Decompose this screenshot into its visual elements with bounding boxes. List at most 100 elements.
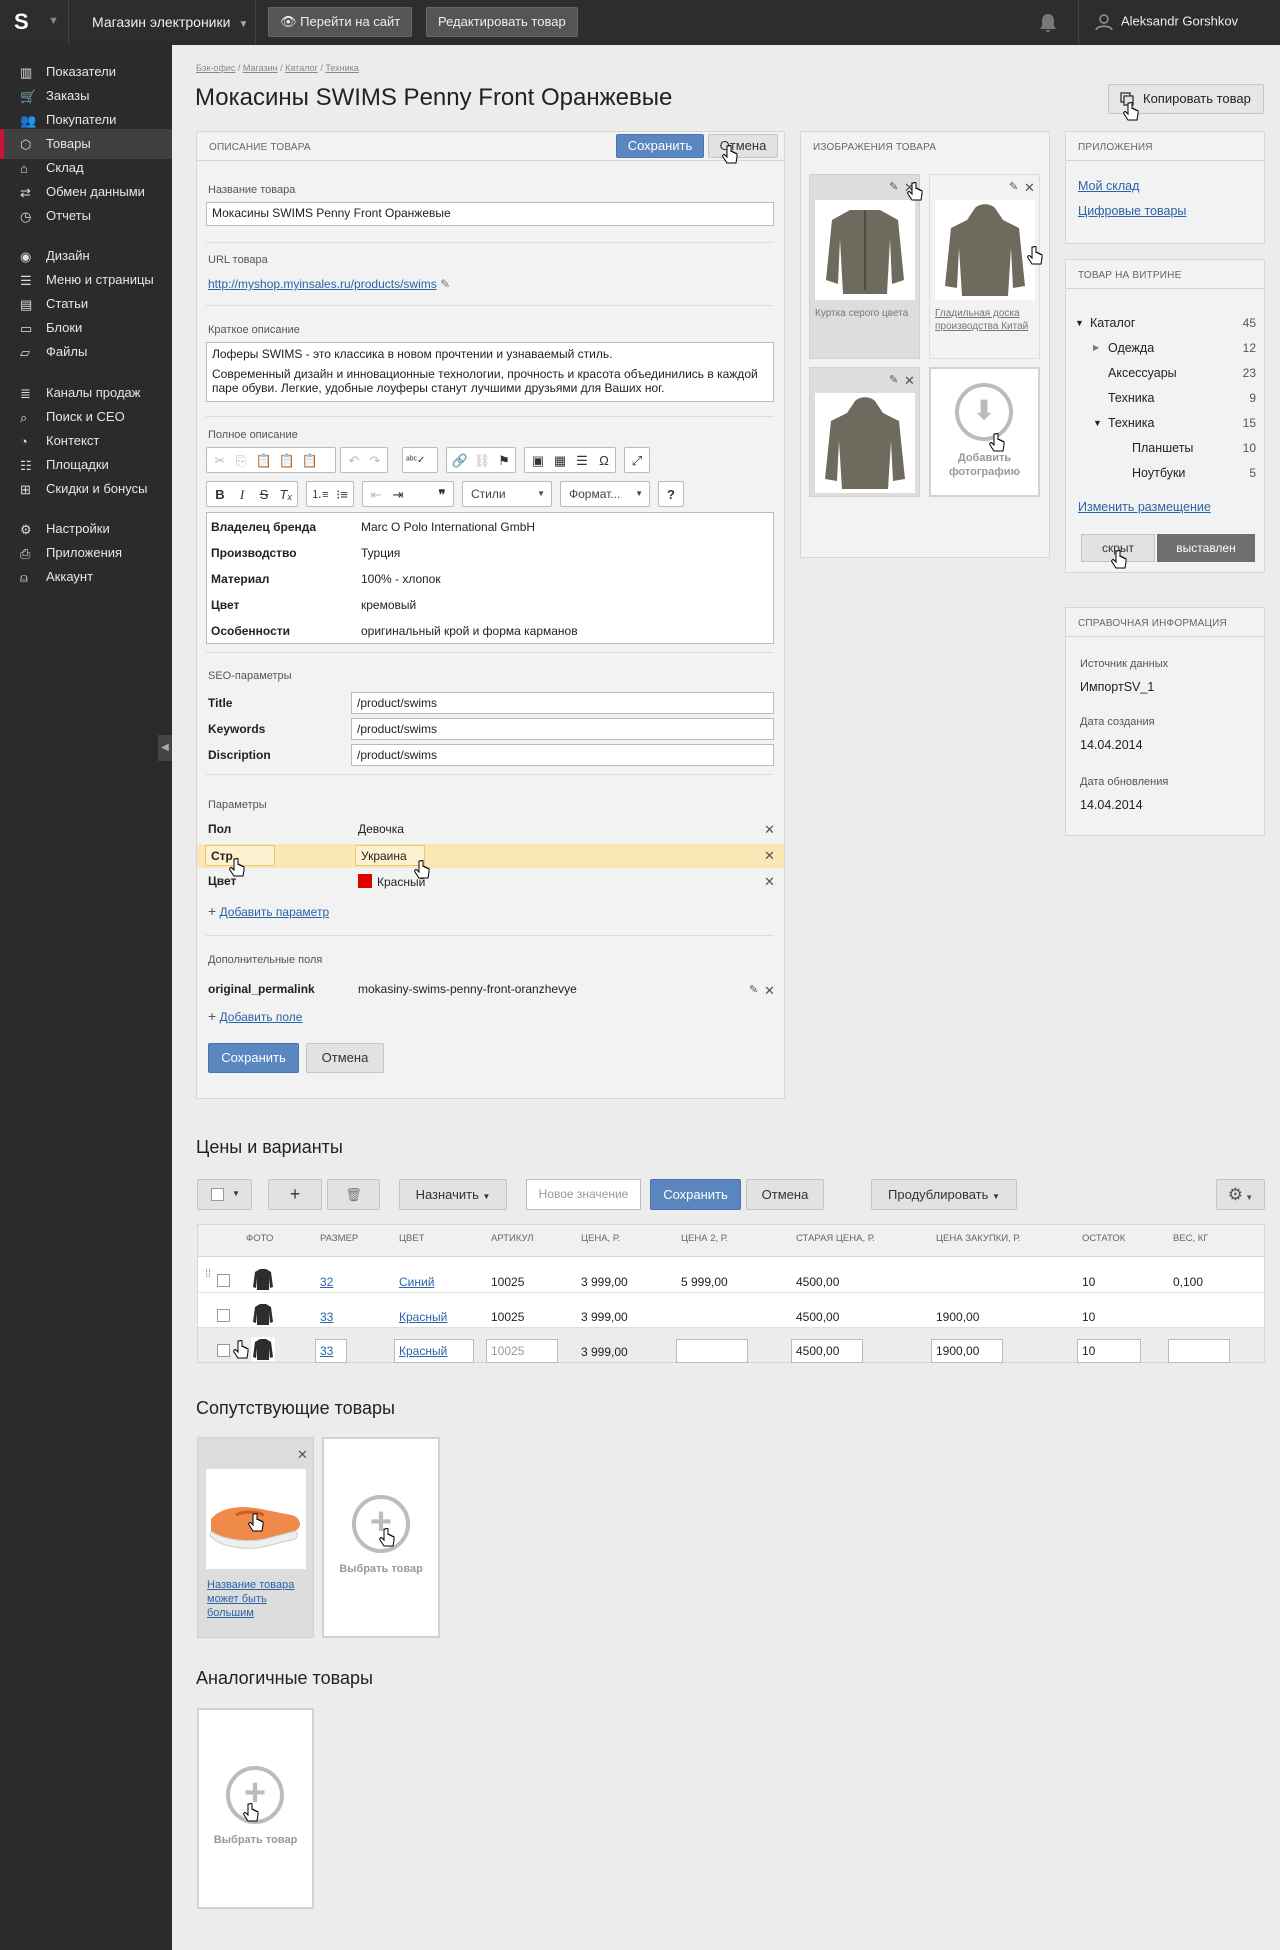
row-checkbox[interactable] — [217, 1274, 230, 1287]
maximize-button[interactable]: ⤢ — [624, 447, 650, 473]
tree-item[interactable]: Каталог — [1090, 316, 1135, 330]
breadcrumb-item[interactable]: Техника — [325, 63, 358, 73]
collapse-sidebar-icon[interactable]: ◀ — [158, 735, 172, 761]
cancel-button[interactable]: Отмена — [746, 1179, 824, 1210]
chevron-right-icon[interactable]: ▶ — [1093, 343, 1099, 352]
image-thumbnail[interactable]: ✎ ✕ Гладильная доска производства Китай — [929, 174, 1040, 359]
add-variant-button[interactable]: + — [268, 1179, 322, 1210]
edit-product-button[interactable]: Редактировать товар — [426, 7, 578, 37]
copy-icon[interactable]: ⎘ — [232, 452, 250, 470]
variant-cell-input[interactable]: 10 — [1077, 1339, 1141, 1363]
go-to-site-button[interactable]: 👁 Перейти на сайт — [268, 7, 413, 37]
tree-item[interactable]: Одежда — [1108, 341, 1154, 355]
pencil-icon[interactable]: ✎ — [1009, 181, 1018, 194]
select-all-checkbox[interactable] — [211, 1188, 224, 1201]
table-column-header[interactable]: Цена закупки, р. — [936, 1233, 1021, 1244]
variant-link[interactable]: 33 — [320, 1310, 333, 1324]
close-icon[interactable]: ✕ — [1024, 181, 1035, 194]
add-photo-button[interactable]: ⬇ Добавить фотографию — [929, 367, 1040, 497]
app-link-digital-goods[interactable]: Цифровые товары — [1078, 204, 1186, 218]
param-name-input[interactable]: Стр — [205, 845, 275, 866]
variant-link[interactable]: Синий — [399, 1275, 434, 1289]
param-value-input[interactable]: Украина — [355, 845, 425, 866]
drag-handle-icon[interactable]: ⁞⁞ — [205, 1269, 211, 1280]
tree-item[interactable]: Техника — [1108, 391, 1154, 405]
styles-dropdown[interactable]: Стили ▼ — [462, 481, 552, 507]
sidebar-item[interactable]: ◷ Отчеты — [0, 201, 172, 231]
bullet-list-icon[interactable]: ⁝≡ — [333, 486, 351, 504]
close-icon[interactable]: ✕ — [764, 875, 775, 888]
user-menu[interactable]: Aleksandr Gorshkov — [1095, 13, 1238, 31]
pencil-icon[interactable]: ✎ — [889, 181, 898, 194]
choose-related-product-button[interactable]: + Выбрать товар — [322, 1437, 440, 1638]
close-icon[interactable]: ✕ — [764, 823, 775, 836]
blockquote-icon[interactable]: ❞ — [433, 486, 451, 504]
table-column-header[interactable]: Размер — [320, 1233, 358, 1244]
related-product-card[interactable]: ✕ Название товара может быть большим — [197, 1437, 314, 1638]
product-name-input[interactable]: Мокасины SWIMS Penny Front Оранжевые — [206, 202, 774, 226]
undo-icon[interactable]: ↶ — [345, 452, 363, 470]
redo-icon[interactable]: ↷ — [366, 452, 384, 470]
breadcrumb-item[interactable]: Магазин — [243, 63, 278, 73]
chevron-down-icon[interactable]: ▼ — [1075, 318, 1084, 328]
flag-icon[interactable]: ⚑ — [495, 452, 513, 470]
assign-dropdown[interactable]: Назначить ▼ — [399, 1179, 507, 1210]
related-product-name[interactable]: Название товара может быть большим — [207, 1578, 307, 1620]
add-field-link[interactable]: + Добавить поле — [208, 1008, 302, 1024]
url-link[interactable]: http://myshop.myinsales.ru/products/swim… — [208, 277, 450, 291]
bell-icon[interactable] — [1038, 12, 1058, 34]
pencil-icon[interactable]: ✎ — [749, 984, 758, 997]
image-thumbnail[interactable]: ✎ ✕ — [809, 367, 920, 497]
paste-text-icon[interactable]: 📋 — [278, 452, 296, 470]
indent-icon[interactable]: ⇥ — [389, 486, 407, 504]
app-link-my-warehouse[interactable]: Мой склад — [1078, 179, 1139, 193]
numbered-list-icon[interactable]: ⒈≡ — [311, 486, 329, 504]
outdent-icon[interactable]: ⇤ — [367, 486, 385, 504]
variant-cell-input[interactable] — [676, 1339, 748, 1363]
chevron-down-icon[interactable]: ▼ — [1093, 418, 1102, 428]
italic-icon[interactable]: I — [233, 486, 251, 504]
breadcrumb-item[interactable]: Каталог — [285, 63, 318, 73]
variant-cell-input[interactable]: 1900,00 — [931, 1339, 1003, 1363]
short-description-textarea[interactable]: Лоферы SWIMS - это классика в новом проч… — [206, 342, 774, 402]
seo-field-input[interactable]: /product/swims — [351, 692, 774, 714]
select-all-dropdown[interactable]: ▼ — [197, 1179, 252, 1210]
close-icon[interactable]: ✕ — [764, 984, 775, 997]
table-column-header[interactable]: Старая цена, р. — [796, 1233, 875, 1244]
variant-link[interactable]: 32 — [320, 1275, 333, 1289]
table-column-header[interactable]: Цена 2, р. — [681, 1233, 728, 1244]
image-caption[interactable]: Гладильная доска производства Китай — [935, 307, 1035, 333]
close-icon[interactable]: ✕ — [297, 1448, 308, 1461]
row-checkbox[interactable] — [217, 1309, 230, 1322]
save-button[interactable]: Сохранить — [650, 1179, 741, 1210]
strikethrough-icon[interactable]: S — [255, 486, 273, 504]
sidebar-item[interactable]: ▱ Файлы — [0, 337, 172, 367]
table-column-header[interactable]: Фото — [246, 1233, 273, 1244]
image-icon[interactable]: ▣ — [529, 452, 547, 470]
paste-word-icon[interactable]: 📋 — [301, 452, 319, 470]
logo-icon[interactable]: S — [14, 10, 38, 34]
help-button[interactable]: ? — [658, 481, 684, 507]
sidebar-item[interactable]: ⍝ Аккаунт — [0, 562, 172, 592]
spellcheck-button[interactable]: ᵃᵇᶜ✓ — [402, 447, 438, 473]
chevron-down-icon[interactable]: ▼ — [48, 15, 59, 27]
special-char-icon[interactable]: Ω — [595, 452, 613, 470]
variant-cell-input[interactable] — [1168, 1339, 1230, 1363]
hidden-toggle[interactable]: скрыт — [1081, 534, 1155, 562]
settings-dropdown[interactable]: ⚙ ▼ — [1216, 1179, 1265, 1210]
shown-toggle[interactable]: выставлен — [1157, 534, 1255, 562]
seo-field-input[interactable]: /product/swims — [351, 744, 774, 766]
bold-icon[interactable]: B — [211, 486, 229, 504]
tree-item[interactable]: Аксессуары — [1108, 366, 1177, 380]
table-column-header[interactable]: Артикул — [491, 1233, 533, 1244]
image-thumbnail[interactable]: ✎ ✕ Куртка серого цвета — [809, 174, 920, 359]
tree-item[interactable]: Техника — [1108, 416, 1154, 430]
duplicate-dropdown[interactable]: Продублировать ▼ — [871, 1179, 1017, 1210]
pencil-icon[interactable]: ✎ — [440, 277, 450, 291]
tree-item[interactable]: Ноутбуки — [1132, 466, 1185, 480]
table-column-header[interactable]: Остаток — [1082, 1233, 1125, 1244]
variant-link-input[interactable]: Красный — [394, 1339, 474, 1363]
format-dropdown[interactable]: Формат... ▼ — [560, 481, 650, 507]
save-button[interactable]: Сохранить — [208, 1043, 299, 1073]
new-value-input[interactable]: Новое значение — [526, 1179, 641, 1210]
